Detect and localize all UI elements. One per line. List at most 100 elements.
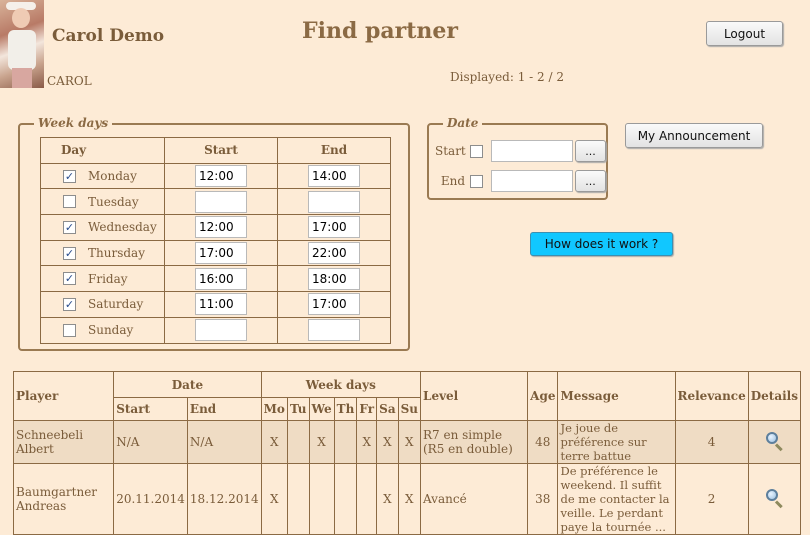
date-end-checkbox[interactable] xyxy=(470,174,483,188)
col-day-header: Day xyxy=(40,137,165,164)
magnifier-icon[interactable] xyxy=(764,488,784,508)
col-start-header: Start xyxy=(164,137,278,164)
weekday-we xyxy=(308,463,335,535)
day-label: Saturday xyxy=(88,297,144,312)
header-sa: Sa xyxy=(376,397,399,421)
date-end: 18.12.2014 xyxy=(186,463,262,535)
date-end-row: End ... xyxy=(435,170,606,192)
weekday-th xyxy=(333,420,358,464)
week-day-row: ✓ Monday 12:00 14:00 xyxy=(40,162,391,190)
user-avatar xyxy=(0,0,44,88)
weekday-tu xyxy=(286,463,310,535)
header-week-days: Week days xyxy=(260,371,422,398)
logout-button[interactable]: Logout xyxy=(706,21,783,46)
message: Je joue de préférence sur terre battue xyxy=(557,420,676,464)
header-tu: Tu xyxy=(286,397,310,421)
header-we: We xyxy=(308,397,335,421)
day-label: Thursday xyxy=(88,246,145,261)
results-table: Player Date Week days Level Age Message … xyxy=(12,371,802,535)
weekday-sa: X xyxy=(376,420,399,464)
date-start-checkbox[interactable] xyxy=(470,144,483,158)
magnifier-icon[interactable] xyxy=(764,431,784,451)
day-checkbox[interactable]: ✓ xyxy=(63,272,76,286)
details-cell xyxy=(747,463,802,535)
day-end-input[interactable]: 17:00 xyxy=(308,216,360,239)
day-checkbox[interactable]: ✓ xyxy=(63,297,76,311)
col-end-header: End xyxy=(277,137,391,164)
day-label: Monday xyxy=(88,169,137,184)
week-day-row: ✓ Wednesday 12:00 17:00 xyxy=(40,214,391,241)
day-end-input[interactable] xyxy=(308,319,360,342)
header-su: Su xyxy=(397,397,422,421)
header-date-start: Start xyxy=(113,397,188,421)
header-level: Level xyxy=(419,371,529,421)
header-th: Th xyxy=(333,397,358,421)
day-end-input[interactable]: 17:00 xyxy=(308,293,360,316)
details-cell xyxy=(747,420,802,464)
user-name: Carol Demo xyxy=(52,26,165,46)
week-day-row: Tuesday xyxy=(40,188,391,216)
weekday-sa: X xyxy=(376,463,399,535)
day-checkbox[interactable]: ✓ xyxy=(63,169,76,183)
header-date: Date xyxy=(113,371,262,398)
age: 48 xyxy=(527,420,559,464)
week-days-legend: Week days xyxy=(34,116,113,130)
header-mo: Mo xyxy=(260,397,288,421)
level: Avancé xyxy=(419,463,529,535)
day-end-input[interactable] xyxy=(308,190,360,213)
day-checkbox[interactable]: ✓ xyxy=(63,220,76,234)
day-start-input[interactable]: 16:00 xyxy=(195,267,247,290)
date-start-picker-button[interactable]: ... xyxy=(575,140,606,162)
day-end-input[interactable]: 18:00 xyxy=(308,267,360,290)
date-end-picker-button[interactable]: ... xyxy=(575,170,606,192)
weekday-we: X xyxy=(308,420,335,464)
header-date-end: End xyxy=(186,397,262,421)
day-start-input[interactable]: 12:00 xyxy=(195,216,247,239)
day-checkbox[interactable]: ✓ xyxy=(63,246,76,260)
day-start-input[interactable] xyxy=(195,319,247,342)
header-details: Details xyxy=(747,371,802,421)
weekday-tu xyxy=(286,420,310,464)
date-start: N/A xyxy=(113,420,188,464)
day-label: Sunday xyxy=(88,323,134,338)
weekday-fr xyxy=(356,463,378,535)
day-label: Wednesday xyxy=(88,220,157,235)
date-start-input[interactable] xyxy=(491,140,573,162)
date-end: N/A xyxy=(186,420,262,464)
date-legend: Date xyxy=(443,116,483,130)
day-start-input[interactable] xyxy=(195,190,247,213)
table-row: Baumgartner Andreas 20.11.2014 18.12.2014 X… xyxy=(12,463,802,535)
age: 38 xyxy=(527,463,559,535)
level: R7 en simple (R5 en double) xyxy=(419,420,529,464)
date-end-input[interactable] xyxy=(491,170,573,192)
page-title: Find partner xyxy=(302,18,458,44)
weekday-fr: X xyxy=(356,420,378,464)
displayed-count: Displayed: 1 - 2 / 2 xyxy=(450,70,564,84)
day-end-input[interactable]: 14:00 xyxy=(308,165,360,188)
header-age: Age xyxy=(527,371,559,421)
day-start-input[interactable]: 17:00 xyxy=(195,242,247,265)
day-start-input[interactable]: 11:00 xyxy=(195,293,247,316)
day-end-input[interactable]: 22:00 xyxy=(308,242,360,265)
weekday-su: X xyxy=(397,420,422,464)
week-day-row: ✓ Thursday 17:00 22:00 xyxy=(40,239,391,267)
how-does-it-work-button[interactable]: How does it work ? xyxy=(530,232,673,256)
weekday-th xyxy=(333,463,358,535)
user-login: CAROL xyxy=(47,74,92,88)
header-relevance: Relevance xyxy=(674,371,749,421)
day-start-input[interactable]: 12:00 xyxy=(195,165,247,188)
day-label: Tuesday xyxy=(88,194,139,209)
relevance: 4 xyxy=(674,420,749,464)
header-player: Player xyxy=(12,371,115,421)
date-end-label: End xyxy=(440,174,465,188)
week-day-row: ✓ Saturday 11:00 17:00 xyxy=(40,291,391,318)
weekday-su: X xyxy=(397,463,422,535)
my-announcement-button[interactable]: My Announcement xyxy=(625,123,763,148)
day-checkbox[interactable] xyxy=(63,195,76,209)
day-label: Friday xyxy=(88,271,128,286)
day-checkbox[interactable] xyxy=(63,323,76,337)
player-name: Schneebeli Albert xyxy=(12,420,115,464)
weekday-mo: X xyxy=(260,463,288,535)
message: De préférence le weekend. Il suffit de m… xyxy=(557,463,676,535)
header-fr: Fr xyxy=(356,397,378,421)
